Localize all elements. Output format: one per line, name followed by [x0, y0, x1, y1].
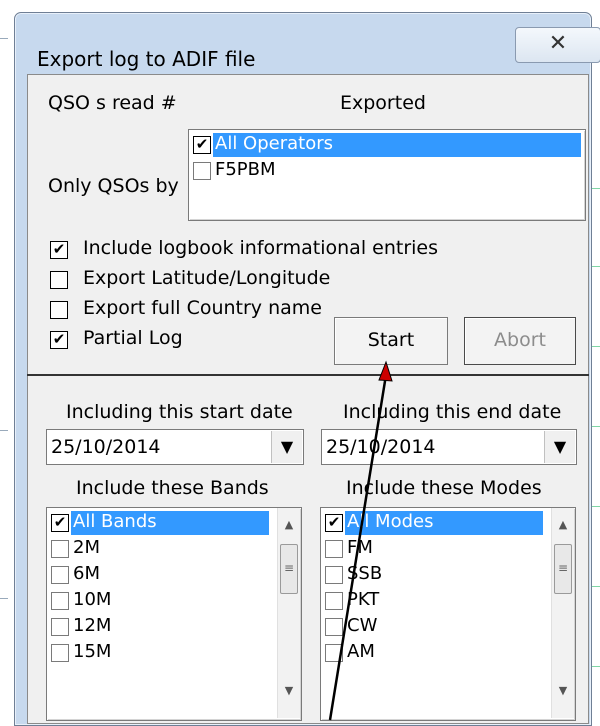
- modes-list[interactable]: ✔ All Modes FM SSB PKT CW AM ▲ ≡ ▼: [320, 507, 576, 721]
- scroll-up-icon[interactable]: ▲: [552, 518, 574, 540]
- dialog-title: Export log to ADIF file: [37, 47, 256, 71]
- mode-checkbox[interactable]: [325, 618, 343, 636]
- include-logbook-label: Include logbook informational entries: [83, 237, 438, 259]
- operators-list[interactable]: ✔ All Operators F5PBM: [188, 129, 586, 221]
- background-line: [591, 426, 600, 427]
- scroll-thumb[interactable]: ≡: [554, 544, 572, 594]
- background-line: [591, 666, 600, 667]
- partial-log-label: Partial Log: [83, 327, 183, 349]
- background-line: [0, 430, 8, 431]
- qso-read-label: QSO s read #: [48, 92, 177, 114]
- mode-item[interactable]: FM: [345, 537, 373, 561]
- band-checkbox[interactable]: [51, 618, 69, 636]
- bands-list[interactable]: ✔ All Bands 2M 6M 10M 12M 15M ▲ ≡ ▼: [46, 507, 302, 721]
- band-item[interactable]: 6M: [71, 563, 100, 587]
- only-qsos-by-label: Only QSOs by: [48, 175, 179, 197]
- background-line: [591, 506, 600, 507]
- background-line: [0, 38, 8, 39]
- band-checkbox[interactable]: [51, 644, 69, 662]
- dialog-client-area: QSO s read # Exported Only QSOs by ✔ All…: [27, 74, 589, 724]
- operator-item-f5pbm[interactable]: F5PBM: [213, 159, 276, 183]
- band-checkbox[interactable]: ✔: [51, 514, 69, 532]
- mode-item[interactable]: SSB: [345, 563, 382, 587]
- modes-label: Include these Modes: [346, 477, 542, 499]
- operator-checkbox-f5pbm[interactable]: [193, 162, 211, 180]
- bands-label: Include these Bands: [76, 477, 269, 499]
- scroll-up-icon[interactable]: ▲: [278, 518, 300, 540]
- include-logbook-checkbox[interactable]: ✔: [50, 241, 68, 259]
- close-icon: ✕: [548, 31, 568, 56]
- export-country-checkbox[interactable]: [50, 301, 68, 319]
- band-checkbox[interactable]: [51, 592, 69, 610]
- start-date-label: Including this start date: [66, 401, 293, 423]
- background-line: [591, 586, 600, 587]
- mode-checkbox[interactable]: [325, 566, 343, 584]
- end-date-value: 25/10/2014: [326, 436, 436, 458]
- band-checkbox[interactable]: [51, 566, 69, 584]
- operator-item-all[interactable]: All Operators: [213, 133, 581, 157]
- scroll-down-icon[interactable]: ▼: [552, 684, 574, 706]
- band-item[interactable]: All Bands: [71, 511, 269, 535]
- background-line: [591, 346, 600, 347]
- background-line: [0, 598, 8, 599]
- band-checkbox[interactable]: [51, 540, 69, 558]
- mode-item[interactable]: All Modes: [345, 511, 543, 535]
- export-latlon-checkbox[interactable]: [50, 271, 68, 289]
- partial-log-checkbox[interactable]: ✔: [50, 331, 68, 349]
- scroll-thumb[interactable]: ≡: [280, 544, 298, 594]
- scroll-down-icon[interactable]: ▼: [278, 684, 300, 706]
- exported-label: Exported: [340, 92, 426, 114]
- modes-scrollbar[interactable]: ▲ ≡ ▼: [551, 508, 574, 718]
- band-item[interactable]: 10M: [71, 589, 111, 613]
- band-item[interactable]: 12M: [71, 615, 111, 639]
- mode-item[interactable]: PKT: [345, 589, 379, 613]
- background-line: [591, 188, 600, 189]
- operator-checkbox-all[interactable]: ✔: [193, 136, 211, 154]
- export-latlon-label: Export Latitude/Longitude: [83, 267, 331, 289]
- abort-button[interactable]: Abort: [464, 317, 576, 365]
- start-date-value: 25/10/2014: [51, 436, 161, 458]
- chevron-down-icon[interactable]: ▼: [271, 431, 302, 463]
- mode-checkbox[interactable]: [325, 592, 343, 610]
- start-date-combo[interactable]: 25/10/2014 ▼: [46, 429, 304, 465]
- mode-checkbox[interactable]: ✔: [325, 514, 343, 532]
- band-item[interactable]: 2M: [71, 537, 100, 561]
- chevron-down-icon[interactable]: ▼: [544, 431, 575, 463]
- mode-checkbox[interactable]: [325, 644, 343, 662]
- mode-checkbox[interactable]: [325, 540, 343, 558]
- start-button[interactable]: Start: [334, 317, 448, 365]
- end-date-label: Including this end date: [343, 401, 562, 423]
- bands-scrollbar[interactable]: ▲ ≡ ▼: [277, 508, 300, 718]
- end-date-combo[interactable]: 25/10/2014 ▼: [321, 429, 577, 465]
- background-line: [591, 266, 600, 267]
- section-divider: [27, 374, 589, 376]
- export-country-label: Export full Country name: [83, 297, 322, 319]
- close-button[interactable]: ✕: [515, 27, 600, 63]
- band-item[interactable]: 15M: [71, 641, 111, 665]
- mode-item[interactable]: AM: [345, 641, 375, 665]
- mode-item[interactable]: CW: [345, 615, 377, 639]
